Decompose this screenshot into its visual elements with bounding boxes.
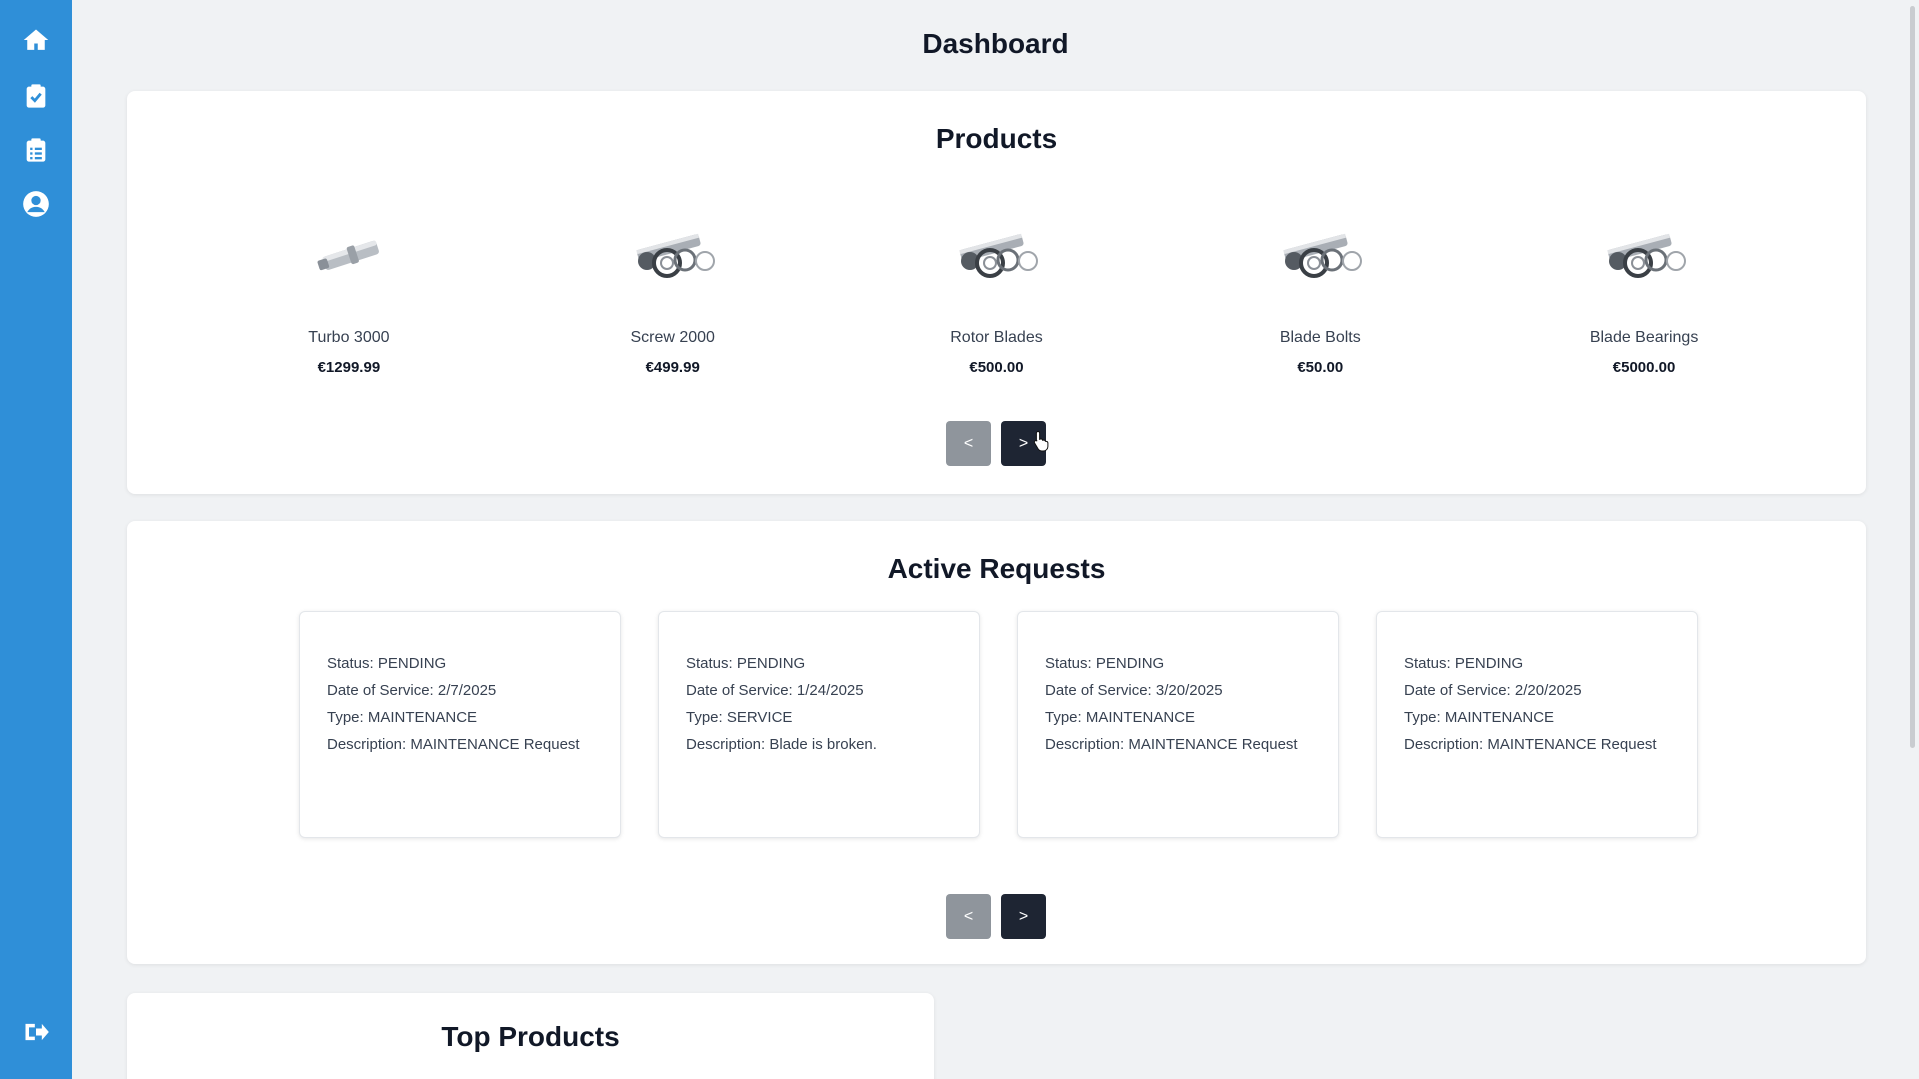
clipboard-check-icon[interactable] <box>20 80 52 112</box>
request-description: Description: MAINTENANCE Request <box>1404 736 1657 753</box>
request-status: Status: PENDING <box>1404 655 1524 672</box>
clipboard-list-icon[interactable] <box>20 134 52 166</box>
product-name: Rotor Blades <box>950 329 1043 346</box>
sign-out-icon[interactable] <box>20 1016 52 1048</box>
product-price: €50.00 <box>1297 359 1344 376</box>
sidebar <box>0 0 72 1079</box>
request-card[interactable]: Status: PENDING Date of Service: 1/24/20… <box>658 611 980 838</box>
request-status: Status: PENDING <box>1045 655 1165 672</box>
request-description: Description: MAINTENANCE Request <box>327 736 580 753</box>
product-item[interactable]: Blade Bearings €5000.00 <box>1544 211 1744 376</box>
bearing-kit-image <box>1607 233 1687 278</box>
mouse-cursor-icon <box>1033 430 1049 452</box>
request-type: Type: MAINTENANCE <box>327 709 478 726</box>
requests-next-button[interactable]: > <box>1001 894 1046 939</box>
request-type: Type: MAINTENANCE <box>1045 709 1196 726</box>
user-circle-icon[interactable] <box>20 188 52 220</box>
bearing-kit-image <box>1283 233 1363 278</box>
product-name: Blade Bolts <box>1279 329 1361 346</box>
request-description: Description: MAINTENANCE Request <box>1045 736 1298 753</box>
product-name: Screw 2000 <box>630 329 715 346</box>
request-status: Status: PENDING <box>686 655 806 672</box>
request-card[interactable]: Status: PENDING Date of Service: 3/20/20… <box>1017 611 1339 838</box>
request-status: Status: PENDING <box>327 655 447 672</box>
product-price: €5000.00 <box>1612 359 1676 376</box>
requests-prev-button[interactable]: < <box>946 894 991 939</box>
top-products-title: Top Products <box>441 1021 620 1052</box>
active-requests-title: Active Requests <box>887 553 1106 584</box>
product-name: Blade Bearings <box>1589 329 1699 346</box>
request-description: Description: Blade is broken. <box>686 736 877 753</box>
products-title: Products <box>935 123 1058 154</box>
request-type: Type: SERVICE <box>686 709 793 726</box>
product-price: €1299.99 <box>317 359 381 376</box>
active-requests-card: Active Requests Status: PENDING Date of … <box>127 521 1866 964</box>
request-date: Date of Service: 1/24/2025 <box>686 682 864 699</box>
page-scrollbar[interactable] <box>1910 6 1915 748</box>
request-card[interactable]: Status: PENDING Date of Service: 2/7/202… <box>299 611 621 838</box>
product-item[interactable]: Turbo 3000 €1299.99 <box>249 211 449 376</box>
bearing-kit-image <box>959 233 1039 278</box>
page-title: Dashboard <box>922 28 1069 59</box>
request-date: Date of Service: 2/20/2025 <box>1404 682 1582 699</box>
products-pager: < > <box>946 421 1046 466</box>
product-name: Turbo 3000 <box>308 329 390 346</box>
product-price: €499.99 <box>645 359 700 376</box>
product-price: €500.00 <box>969 359 1024 376</box>
product-item[interactable]: Blade Bolts €50.00 <box>1220 211 1420 376</box>
request-type: Type: MAINTENANCE <box>1404 709 1555 726</box>
products-carousel: Turbo 3000 €1299.99 Screw 2000 €499.99 R… <box>127 211 1866 376</box>
request-date: Date of Service: 2/7/2025 <box>327 682 497 699</box>
top-products-card: Top Products <box>127 993 934 1079</box>
requests-carousel: Status: PENDING Date of Service: 2/7/202… <box>299 611 1698 838</box>
requests-pager: < > <box>946 894 1046 939</box>
shaft-part-image <box>317 240 379 271</box>
product-item[interactable]: Screw 2000 €499.99 <box>573 211 773 376</box>
bearing-kit-image <box>635 233 715 278</box>
products-prev-button[interactable]: < <box>946 421 991 466</box>
home-icon[interactable] <box>20 24 52 56</box>
product-item[interactable]: Rotor Blades €500.00 <box>896 211 1096 376</box>
products-card: Products Turbo 3000 €1299.99 Screw 2000 … <box>127 91 1866 494</box>
request-card[interactable]: Status: PENDING Date of Service: 2/20/20… <box>1376 611 1698 838</box>
request-date: Date of Service: 3/20/2025 <box>1045 682 1223 699</box>
